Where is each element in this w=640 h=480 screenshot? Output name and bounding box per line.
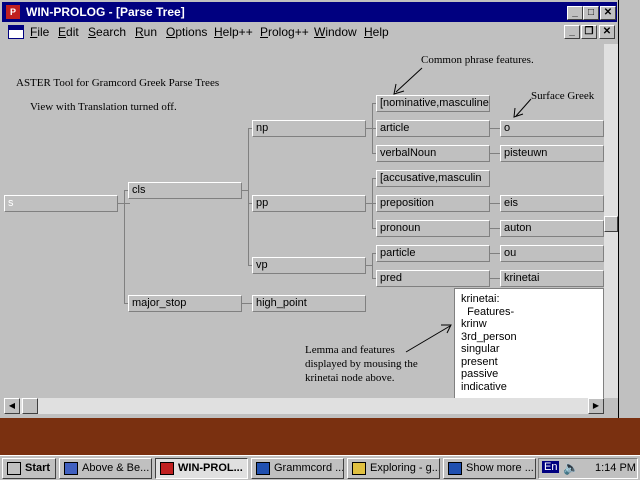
window-title: WIN-PROLOG - [Parse Tree] <box>26 5 185 19</box>
language-indicator[interactable]: En <box>542 461 560 473</box>
tree-leaf-o[interactable]: o <box>500 120 604 137</box>
explorer-icon <box>352 462 366 475</box>
tree-node-s[interactable]: s <box>4 195 118 212</box>
app-window: P WIN-PROLOG - [Parse Tree] _ □ ✕ File E… <box>0 0 619 418</box>
speaker-icon[interactable]: 🔈 <box>563 460 579 476</box>
taskbar: Start Above & Be... WIN-PROL... Grammcor… <box>0 455 640 480</box>
popup-line: Features- <box>461 305 515 318</box>
lemma-features-popup: krinetai: Features- krinw 3rd_person sin… <box>454 288 604 398</box>
tree-leaf-eis[interactable]: eis <box>500 195 604 212</box>
popup-line: singular <box>461 343 500 355</box>
tree-node-major-stop[interactable]: major_stop <box>128 295 242 312</box>
tree-node-verbalnoun[interactable]: verbalNoun <box>376 145 490 162</box>
minimize-button[interactable]: _ <box>567 6 583 20</box>
taskbar-item[interactable]: Show more ... <box>443 458 536 479</box>
window-icon <box>64 462 78 475</box>
menu-options[interactable]: Options <box>166 25 207 39</box>
tree-node-pp-features[interactable]: [accusative,masculin <box>376 170 490 187</box>
menu-prolog-plus[interactable]: Prolog++ <box>260 25 309 39</box>
menu-window[interactable]: Window <box>314 25 357 39</box>
vertical-scrollbar[interactable] <box>604 44 618 398</box>
menu-help-plus[interactable]: Help++ <box>214 25 253 39</box>
scroll-left-arrow-icon[interactable]: ◀ <box>4 398 20 414</box>
taskbar-item[interactable]: Grammcord ... <box>251 458 344 479</box>
tree-leaf-auton[interactable]: auton <box>500 220 604 237</box>
tree-node-vp[interactable]: vp <box>252 257 366 274</box>
tree-node-preposition[interactable]: preposition <box>376 195 490 212</box>
prolog-icon: P <box>6 5 20 19</box>
tree-node-pronoun[interactable]: pronoun <box>376 220 490 237</box>
taskbar-item-active[interactable]: WIN-PROL... <box>155 458 248 479</box>
start-label: Start <box>25 462 51 474</box>
tree-leaf-pisteuwn[interactable]: pisteuwn <box>500 145 604 162</box>
tree-node-pred[interactable]: pred <box>376 270 490 287</box>
popup-line: 3rd_person <box>461 330 517 343</box>
tree-node-np[interactable]: np <box>252 120 366 137</box>
window-icon <box>256 462 270 475</box>
taskbar-item-label: Show more ... <box>466 462 534 474</box>
start-button[interactable]: Start <box>2 458 56 479</box>
horizontal-scrollbar[interactable]: ◀ ▶ <box>4 398 604 414</box>
child-minimize-button[interactable]: _ <box>564 25 580 39</box>
tree-node-pp[interactable]: pp <box>252 195 366 212</box>
tree-node-cls[interactable]: cls <box>128 182 242 199</box>
windows-logo-icon <box>7 462 21 475</box>
child-window-icon[interactable] <box>8 25 24 39</box>
tree-node-np-features[interactable]: [nominative,masculine <box>376 95 490 112</box>
menu-file[interactable]: File <box>30 25 49 39</box>
vertical-scroll-thumb[interactable] <box>604 216 618 232</box>
menu-run[interactable]: Run <box>135 25 157 39</box>
tree-leaf-ou[interactable]: ou <box>500 245 604 262</box>
tree-node-article[interactable]: article <box>376 120 490 137</box>
menu-help[interactable]: Help <box>364 25 389 39</box>
menu-bar: File Edit Search Run Options Help++ Prol… <box>2 22 617 42</box>
system-tray: En 🔈 1:14 PM <box>538 458 638 479</box>
clock[interactable]: 1:14 PM <box>595 462 636 474</box>
tree-edge <box>124 190 125 303</box>
window-icon <box>448 462 462 475</box>
taskbar-item[interactable]: Above & Be... <box>59 458 152 479</box>
tree-leaf-krinetai[interactable]: krinetai <box>500 270 604 287</box>
desktop-background <box>619 0 640 455</box>
taskbar-item-label: Exploring - g... <box>370 462 440 474</box>
close-button[interactable]: ✕ <box>600 6 616 20</box>
tree-node-high-point[interactable]: high_point <box>252 295 366 312</box>
taskbar-item-label: WIN-PROL... <box>178 462 243 474</box>
popup-line: present <box>461 355 498 368</box>
menu-search[interactable]: Search <box>88 25 126 39</box>
scroll-right-arrow-icon[interactable]: ▶ <box>588 398 604 414</box>
menu-edit[interactable]: Edit <box>58 25 79 39</box>
title-bar[interactable]: P WIN-PROLOG - [Parse Tree] _ □ ✕ <box>2 2 617 22</box>
taskbar-item-label: Above & Be... <box>82 462 150 474</box>
tree-edge <box>248 128 249 266</box>
popup-line: passive <box>461 368 499 380</box>
popup-line: krinetai: <box>461 293 500 305</box>
child-close-button[interactable]: ✕ <box>599 25 615 39</box>
popup-line: indicative <box>461 380 507 393</box>
popup-line: krinw <box>461 318 487 330</box>
prolog-icon <box>160 462 174 475</box>
tree-node-particle[interactable]: particle <box>376 245 490 262</box>
maximize-button[interactable]: □ <box>583 6 599 20</box>
tree-edge <box>372 253 373 279</box>
horizontal-scroll-thumb[interactable] <box>22 398 38 414</box>
taskbar-item-label: Grammcord ... <box>274 462 344 474</box>
parse-tree-canvas: ASTER Tool for Gramcord Greek Parse Tree… <box>4 44 604 398</box>
desktop-background-bottom <box>0 418 640 455</box>
taskbar-item[interactable]: Exploring - g... <box>347 458 440 479</box>
child-restore-button[interactable]: ❐ <box>581 25 597 39</box>
